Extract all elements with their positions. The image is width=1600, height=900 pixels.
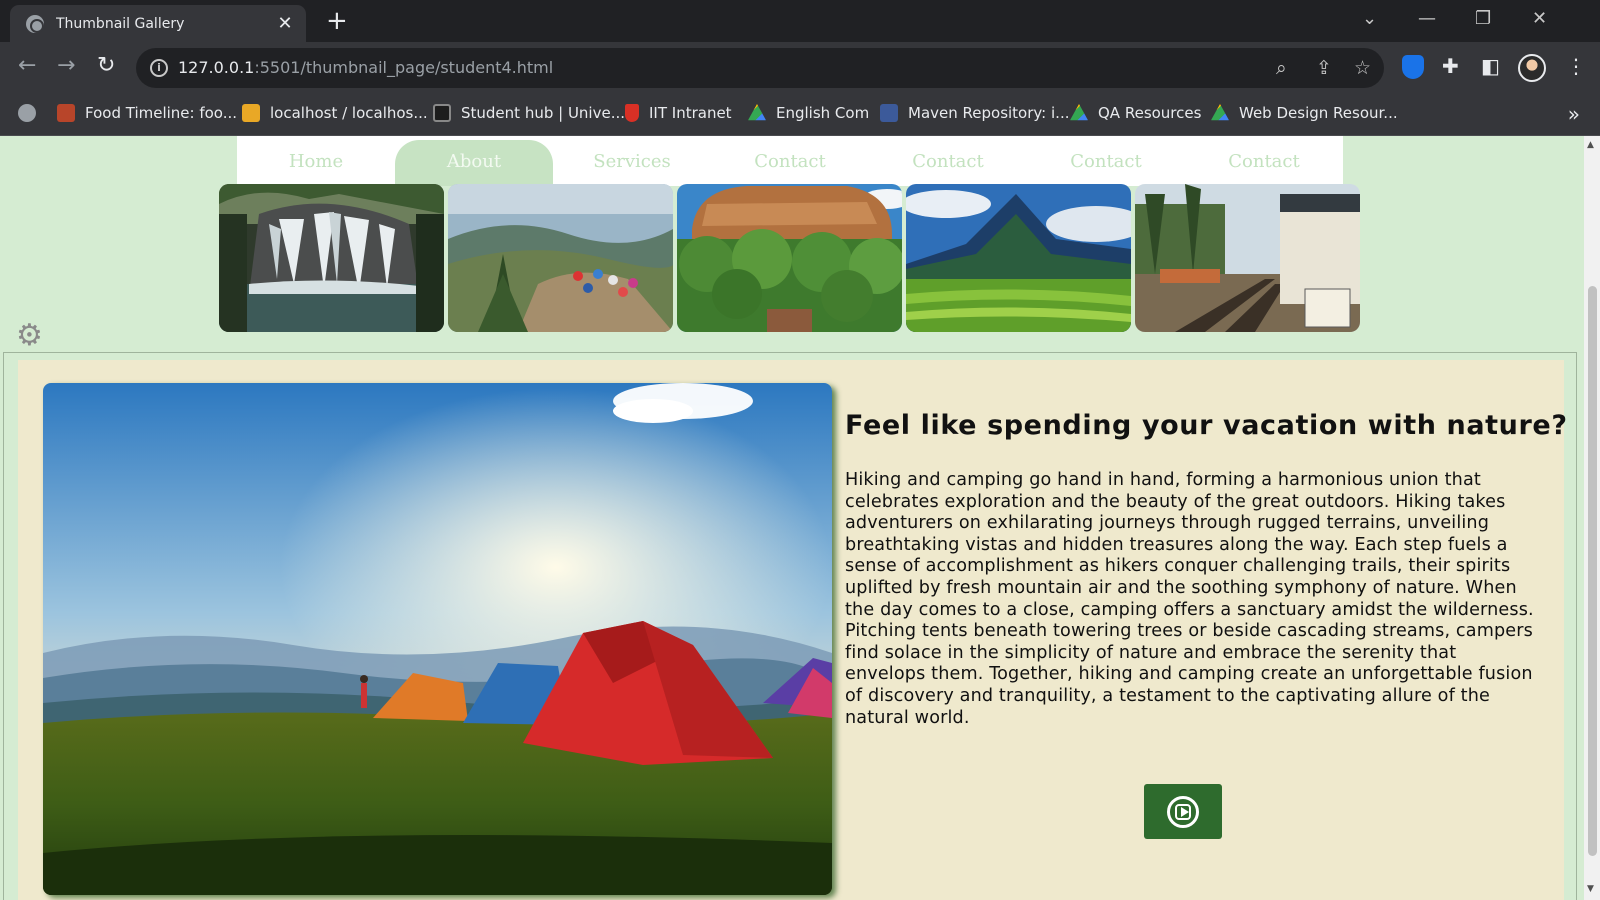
thumbnail-hikers[interactable]	[448, 184, 673, 332]
nav-contact[interactable]: Contact	[1027, 140, 1185, 186]
bookmark-item[interactable]: Maven Repository: i...	[880, 104, 1069, 122]
scroll-thumb[interactable]	[1588, 286, 1597, 856]
thumbnail-rock-fortress[interactable]	[677, 184, 902, 332]
scroll-up-icon[interactable]: ▲	[1587, 140, 1594, 150]
gear-icon[interactable]: ⚙	[16, 321, 43, 351]
site-info-icon[interactable]: i	[150, 59, 168, 77]
drive-icon	[748, 104, 766, 121]
video-play-button[interactable]	[1144, 784, 1222, 839]
nav-about[interactable]: About	[395, 140, 553, 186]
main-nav: Home About Services Contact Contact Cont…	[237, 136, 1343, 186]
content-card: Feel like spending your vacation with na…	[18, 360, 1567, 900]
content-panel: Feel like spending your vacation with na…	[3, 352, 1577, 900]
nav-contact[interactable]: Contact	[869, 140, 1027, 186]
extension-icon[interactable]	[1402, 55, 1424, 79]
restore-icon[interactable]: ❐	[1475, 8, 1491, 29]
nav-contact[interactable]: Contact	[711, 140, 869, 186]
content-headline: Feel like spending your vacation with na…	[845, 410, 1568, 441]
thumbnail-railway-station[interactable]	[1135, 184, 1360, 332]
content-body: Hiking and camping go hand in hand, form…	[845, 470, 1534, 728]
menu-icon[interactable]: ⋮	[1566, 54, 1586, 78]
share-icon[interactable]: ⇪	[1316, 57, 1332, 79]
play-icon	[1167, 795, 1199, 828]
back-icon[interactable]: ←	[18, 54, 36, 78]
minimize-icon[interactable]: —	[1418, 8, 1436, 29]
browser-tab[interactable]: Thumbnail Gallery ✕	[10, 5, 306, 42]
address-bar[interactable]: i 127.0.0.1:5501/thumbnail_page/student4…	[136, 48, 1384, 88]
bookmark-item[interactable]: localhost / localhos...	[242, 104, 428, 122]
nav-home[interactable]: Home	[237, 140, 395, 186]
nav-services[interactable]: Services	[553, 140, 711, 186]
more-bookmarks-icon[interactable]: »	[1568, 102, 1580, 126]
thumbnail-waterfall[interactable]	[219, 184, 444, 332]
bookmarks-bar: Food Timeline: foo... localhost / localh…	[0, 94, 1600, 136]
tab-title: Thumbnail Gallery	[56, 15, 185, 32]
page-scrollbar[interactable]: ▲ ▼	[1584, 136, 1600, 900]
close-window-icon[interactable]: ✕	[1532, 8, 1547, 29]
globe-icon	[26, 14, 44, 33]
thumbnail-mountain[interactable]	[906, 184, 1131, 332]
shield-icon	[625, 104, 639, 122]
bookmark-item[interactable]: Web Design Resour...	[1211, 104, 1398, 122]
nav-contact[interactable]: Contact	[1185, 140, 1343, 186]
browser-toolbar: ← → ↻ i 127.0.0.1:5501/thumbnail_page/st…	[0, 42, 1600, 94]
ft-icon	[57, 104, 75, 122]
scroll-down-icon[interactable]: ▼	[1587, 884, 1594, 894]
bookmark-item[interactable]: QA Resources	[1070, 104, 1201, 122]
zoom-icon[interactable]: ⌕	[1276, 57, 1287, 79]
reload-icon[interactable]: ↻	[97, 54, 115, 78]
maven-icon	[880, 104, 898, 122]
bookmark-item[interactable]: Food Timeline: foo...	[57, 104, 237, 122]
bookmark-star-icon[interactable]: ☆	[1354, 57, 1371, 79]
browser-tabstrip: Thumbnail Gallery ✕ + ⌄ — ❐ ✕	[0, 0, 1600, 42]
hero-camping-image	[43, 383, 832, 895]
phpmyadmin-icon	[242, 104, 260, 122]
url-text[interactable]: 127.0.0.1:5501/thumbnail_page/student4.h…	[178, 58, 553, 77]
tab-search-icon[interactable]: ⌄	[1362, 8, 1377, 29]
new-tab-icon[interactable]: +	[326, 8, 348, 34]
thumbnail-strip	[219, 184, 1360, 332]
page-viewport: Home About Services Contact Contact Cont…	[0, 136, 1584, 900]
drive-icon	[1211, 104, 1229, 121]
grid-icon	[433, 104, 451, 122]
bookmark-item[interactable]: Student hub | Unive...	[433, 104, 625, 122]
close-tab-icon[interactable]: ✕	[274, 13, 296, 34]
side-panel-icon[interactable]: ◧	[1481, 54, 1500, 78]
puzzle-icon[interactable]: ✚	[1442, 54, 1459, 78]
apps-icon[interactable]	[18, 104, 36, 122]
forward-icon[interactable]: →	[57, 54, 75, 78]
drive-icon	[1070, 104, 1088, 121]
bookmark-item[interactable]: English Com	[748, 104, 869, 122]
bookmark-item[interactable]: IIT Intranet	[625, 104, 732, 122]
profile-avatar[interactable]	[1518, 54, 1546, 82]
